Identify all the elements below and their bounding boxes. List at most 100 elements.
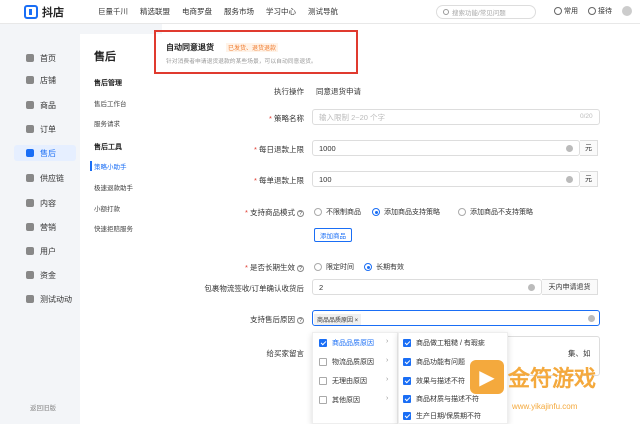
checkbox-checked-icon — [403, 377, 411, 385]
sidebar-label: 售后 — [40, 148, 56, 158]
sub-item[interactable]: 售后工作台 — [94, 98, 127, 108]
card-title: 自动同意退货 — [166, 43, 214, 52]
reason-option[interactable]: 商品品质原因 — [319, 338, 374, 348]
supply-icon — [26, 174, 34, 182]
watermark-icon: ▶ — [470, 360, 504, 394]
help-icon[interactable]: ? — [297, 264, 304, 272]
reason-label-text: 支持售后原因 — [250, 315, 295, 324]
reason-option[interactable]: 物流品质原因 — [319, 357, 374, 367]
sidebar-item-users[interactable]: 用户 — [14, 243, 76, 259]
goods-icon — [26, 101, 34, 109]
sidebar-label: 首页 — [40, 53, 56, 63]
logo[interactable]: 抖店 — [24, 4, 90, 20]
radio-no-limit[interactable]: 不限制商品 — [314, 207, 361, 217]
reason-chip[interactable]: 商品品质原因 × — [314, 314, 362, 325]
daily-limit-input[interactable]: 1000 — [312, 140, 580, 156]
pkg-unit: 天内申请退货 — [542, 279, 598, 295]
service-label: 接待 — [598, 8, 612, 15]
order-icon — [26, 125, 34, 133]
sidebar-item-marketing[interactable]: 营销 — [14, 219, 76, 235]
sidebar-item-funds[interactable]: 资金 — [14, 267, 76, 283]
chevron-right-icon: › — [386, 338, 389, 345]
chevron-right-icon: › — [386, 376, 389, 383]
sidebar-label: 供应链 — [40, 173, 64, 183]
nav-item[interactable]: 学习中心 — [266, 6, 296, 17]
nav-item[interactable]: 电商罗盘 — [182, 6, 212, 17]
watermark-logo: ▶ 金符游戏 — [470, 360, 596, 394]
strategy-card: 自动同意退货 已发货、退货退款 针对消费者申请退货退款的某些场景，可以自动同意退… — [154, 30, 358, 74]
option-label: 商品做工粗糙 / 有瑕疵 — [416, 340, 485, 347]
nav-item[interactable]: 巨量千川 — [98, 6, 128, 17]
single-limit-input[interactable]: 100 — [312, 171, 580, 187]
sidebar-label: 营销 — [40, 222, 56, 232]
sub-item[interactable]: 服务请求 — [94, 118, 120, 128]
sidebar-item-aftersale[interactable]: 售后 — [14, 145, 76, 161]
user-icon — [26, 247, 34, 255]
sidebar-item-goods[interactable]: 商品 — [14, 97, 76, 113]
clear-icon[interactable] — [566, 145, 573, 152]
common-button[interactable]: 常用 — [554, 6, 578, 16]
sidebar-item-content[interactable]: 内容 — [14, 195, 76, 211]
clear-icon[interactable] — [566, 176, 573, 183]
top-bar: 抖店 巨量千川 精选联盟 电商罗盘 服务市场 学习中心 测试导航 — [0, 0, 640, 24]
mode-label: * 支持商品模式? — [174, 207, 304, 218]
common-label: 常用 — [564, 8, 578, 15]
sub-reason-option[interactable]: 生产日期/保质期不符 — [403, 411, 481, 421]
clear-icon[interactable] — [588, 315, 595, 322]
sidebar-item-home[interactable]: 首页 — [14, 50, 76, 66]
name-label-text: 策略名称 — [274, 114, 304, 123]
back-old-version[interactable]: 返回旧版 — [30, 402, 56, 412]
sidebar-label: 资金 — [40, 270, 56, 280]
sidebar-label: 内容 — [40, 198, 56, 208]
home-icon — [26, 54, 34, 62]
reason-option[interactable]: 其他原因 — [319, 395, 360, 405]
sub-item[interactable]: 小额打款 — [94, 203, 120, 213]
nav-item[interactable]: 服务市场 — [224, 6, 254, 17]
avatar[interactable] — [622, 6, 632, 16]
radio-not-support[interactable]: 添加商品不支持策略 — [458, 207, 533, 217]
search-icon — [443, 9, 449, 15]
add-goods-button[interactable]: 添加商品 — [314, 228, 352, 242]
sidebar-item-orders[interactable]: 订单 — [14, 121, 76, 137]
long-label-text: 是否长期生效 — [250, 263, 295, 272]
reason-option[interactable]: 无理由原因 — [319, 376, 367, 386]
sub-item-active[interactable]: 策略小助手 — [90, 161, 127, 171]
sub-item[interactable]: 极速退款助手 — [94, 182, 133, 192]
nav-item[interactable]: 精选联盟 — [140, 6, 170, 17]
service-button[interactable]: 接待 — [588, 6, 612, 16]
sub-reason-option[interactable]: 商品功能有问题 — [403, 357, 465, 367]
sub-reason-option[interactable]: 商品材质与描述不符 — [403, 394, 479, 404]
headset-icon — [588, 7, 596, 16]
chevron-right-icon: › — [386, 395, 389, 402]
sub-item[interactable]: 快速拒赔服务 — [94, 223, 133, 233]
clear-icon[interactable] — [528, 284, 535, 291]
strategy-name-input[interactable]: 输入限制 2~20 个字 — [312, 109, 600, 125]
search-input[interactable]: 搜索功能/常见问题 — [436, 5, 536, 19]
nav-item[interactable]: 测试导航 — [308, 6, 338, 17]
sidebar-item-shop[interactable]: 店铺 — [14, 72, 76, 88]
pkg-days-input[interactable]: 2 — [312, 279, 542, 295]
checkbox-checked-icon — [403, 339, 411, 347]
sidebar-label: 测试动动 — [40, 294, 72, 304]
option-label: 效果与描述不符 — [416, 378, 465, 385]
radio-long-term[interactable]: 长期有效 — [364, 262, 404, 272]
single-value: 100 — [319, 174, 332, 184]
radio-limited-time[interactable]: 限定时间 — [314, 262, 354, 272]
sub-menu: 售后 售后管理 售后工作台 服务请求 售后工具 策略小助手 极速退款助手 小额打… — [80, 34, 162, 424]
radio-support[interactable]: 添加商品支持策略 — [372, 207, 440, 217]
sidebar-item-supply[interactable]: 供应链 — [14, 170, 76, 186]
watermark-url: www.yikajinfu.com — [512, 402, 578, 411]
sidebar-item-test[interactable]: 测试动动 — [14, 291, 76, 307]
option-label: 商品功能有问题 — [416, 359, 465, 366]
msg-partial: 集、如 — [568, 349, 591, 358]
help-icon[interactable]: ? — [297, 209, 304, 217]
top-nav: 巨量千川 精选联盟 电商罗盘 服务市场 学习中心 测试导航 — [98, 6, 338, 17]
checkbox-checked-icon — [403, 358, 411, 366]
help-icon[interactable]: ? — [297, 316, 304, 324]
option-label: 商品品质原因 — [332, 340, 374, 347]
option-label: 生产日期/保质期不符 — [416, 413, 481, 420]
content-icon — [26, 199, 34, 207]
daily-label: * 每日退款上限 — [253, 145, 304, 154]
sub-reason-option[interactable]: 效果与描述不符 — [403, 376, 465, 386]
sub-reason-option[interactable]: 商品做工粗糙 / 有瑕疵 — [403, 338, 485, 348]
